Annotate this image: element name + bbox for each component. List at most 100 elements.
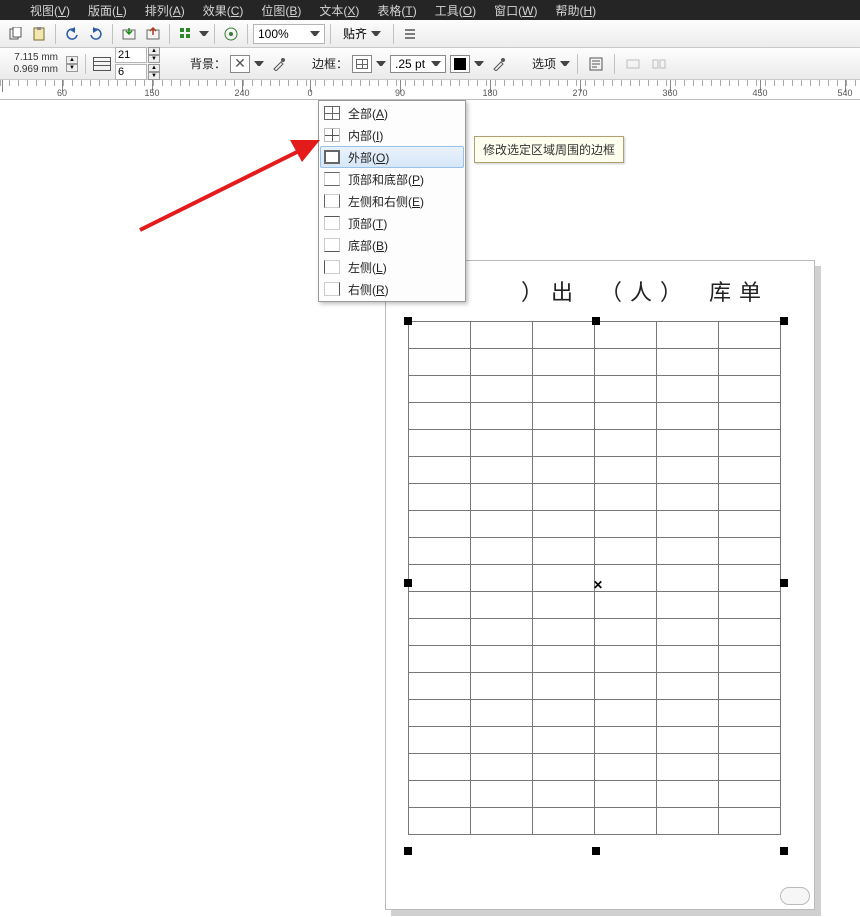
table-cell[interactable] [409, 700, 471, 727]
table-cell[interactable] [533, 592, 595, 619]
table-cell[interactable] [657, 592, 719, 619]
border-menu-item[interactable]: 内部(I) [320, 124, 464, 146]
table-cell[interactable] [409, 754, 471, 781]
table-cell[interactable] [657, 403, 719, 430]
table-cell[interactable] [533, 322, 595, 349]
border-menu-item[interactable]: 顶部(T) [320, 212, 464, 234]
handle-tm[interactable] [592, 317, 600, 325]
handle-bl[interactable] [404, 847, 412, 855]
table-cell[interactable] [409, 403, 471, 430]
undo-button[interactable] [61, 23, 83, 45]
table-cell[interactable] [409, 376, 471, 403]
table-cell[interactable] [471, 619, 533, 646]
options-button[interactable] [399, 23, 421, 45]
table-cell[interactable] [409, 619, 471, 646]
table-cell[interactable] [409, 808, 471, 835]
table-cell[interactable] [595, 376, 657, 403]
table-cell[interactable] [595, 646, 657, 673]
app-launcher-dropdown[interactable] [199, 29, 209, 39]
border-menu-item[interactable]: 左侧(L) [320, 256, 464, 278]
table-cell[interactable] [595, 754, 657, 781]
table-cell[interactable] [471, 430, 533, 457]
table-cell[interactable] [409, 457, 471, 484]
table-cell[interactable] [533, 754, 595, 781]
columns-field[interactable]: 21 [115, 47, 147, 63]
table-cell[interactable] [719, 511, 781, 538]
table-cell[interactable] [719, 727, 781, 754]
menu-item[interactable]: 效果(C) [203, 2, 244, 19]
table-cell[interactable] [595, 619, 657, 646]
table-cell[interactable] [719, 781, 781, 808]
background-swatch[interactable]: ✕ [230, 55, 250, 73]
border-menu-item[interactable]: 左侧和右侧(E) [320, 190, 464, 212]
table-cell[interactable] [719, 673, 781, 700]
menu-item[interactable]: 帮助(H) [555, 2, 596, 19]
border-menu-item[interactable]: 顶部和底部(P) [320, 168, 464, 190]
table-cell[interactable] [719, 700, 781, 727]
table-cell[interactable] [533, 403, 595, 430]
table-cell[interactable] [657, 619, 719, 646]
eyedropper-stroke[interactable] [488, 53, 510, 75]
table-cell[interactable] [719, 646, 781, 673]
snap-dropdown[interactable] [371, 29, 381, 39]
table-cell[interactable] [409, 349, 471, 376]
table-cell[interactable] [595, 349, 657, 376]
table-cell[interactable] [533, 538, 595, 565]
table-cell[interactable] [533, 808, 595, 835]
table-cell[interactable] [533, 376, 595, 403]
table-cell[interactable] [533, 646, 595, 673]
table-cell[interactable] [533, 349, 595, 376]
bg-dropdown[interactable] [254, 59, 264, 69]
table-cell[interactable] [595, 430, 657, 457]
table-cell[interactable] [595, 700, 657, 727]
table-cell[interactable] [657, 754, 719, 781]
rows-field[interactable]: 6 [115, 64, 147, 80]
canvas-area[interactable]: 全部(A)内部(I)外部(O)顶部和底部(P)左侧和右侧(E)顶部(T)底部(B… [0, 100, 860, 917]
table-cell[interactable] [409, 646, 471, 673]
rows-spinner[interactable]: ▲▼ [148, 64, 160, 80]
table-cell[interactable] [719, 430, 781, 457]
handle-br[interactable] [780, 847, 788, 855]
table-cell[interactable] [471, 376, 533, 403]
welcome-button[interactable] [220, 23, 242, 45]
table-cell[interactable] [657, 565, 719, 592]
table-cell[interactable] [533, 457, 595, 484]
table-cell[interactable] [657, 457, 719, 484]
menu-item[interactable]: 位图(B) [261, 2, 301, 19]
table-cell[interactable] [409, 565, 471, 592]
table-cell[interactable] [657, 646, 719, 673]
table-cell[interactable] [533, 511, 595, 538]
table-cell[interactable] [595, 727, 657, 754]
table-cell[interactable] [471, 322, 533, 349]
table-cell[interactable] [595, 457, 657, 484]
table-cell[interactable] [533, 781, 595, 808]
table-cell[interactable] [719, 754, 781, 781]
dim-spinner[interactable]: ▲▼ [66, 56, 78, 72]
copy-button[interactable] [4, 23, 26, 45]
border-menu-item[interactable]: 右侧(R) [320, 278, 464, 300]
table-cell[interactable] [409, 430, 471, 457]
table-cell[interactable] [409, 727, 471, 754]
redo-button[interactable] [85, 23, 107, 45]
cols-spinner[interactable]: ▲▼ [148, 47, 160, 63]
table-cell[interactable] [657, 430, 719, 457]
options-dropdown[interactable] [560, 59, 570, 69]
eyedropper-bg[interactable] [268, 53, 290, 75]
table-cell[interactable] [719, 808, 781, 835]
table-cell[interactable] [595, 673, 657, 700]
table-cell[interactable] [533, 484, 595, 511]
stroke-width[interactable]: .25 pt [390, 55, 446, 73]
table-cell[interactable] [657, 484, 719, 511]
table-cell[interactable] [471, 781, 533, 808]
stroke-color[interactable] [450, 55, 470, 73]
table-cell[interactable] [409, 592, 471, 619]
table-cell[interactable] [533, 565, 595, 592]
border-dropdown[interactable] [376, 59, 386, 69]
table-cell[interactable] [471, 727, 533, 754]
table-cell[interactable] [657, 322, 719, 349]
table-cell[interactable] [409, 322, 471, 349]
border-menu-item[interactable]: 底部(B) [320, 234, 464, 256]
menu-item[interactable]: 视图(V) [30, 2, 70, 19]
table-cell[interactable] [719, 376, 781, 403]
table-cell[interactable] [471, 403, 533, 430]
